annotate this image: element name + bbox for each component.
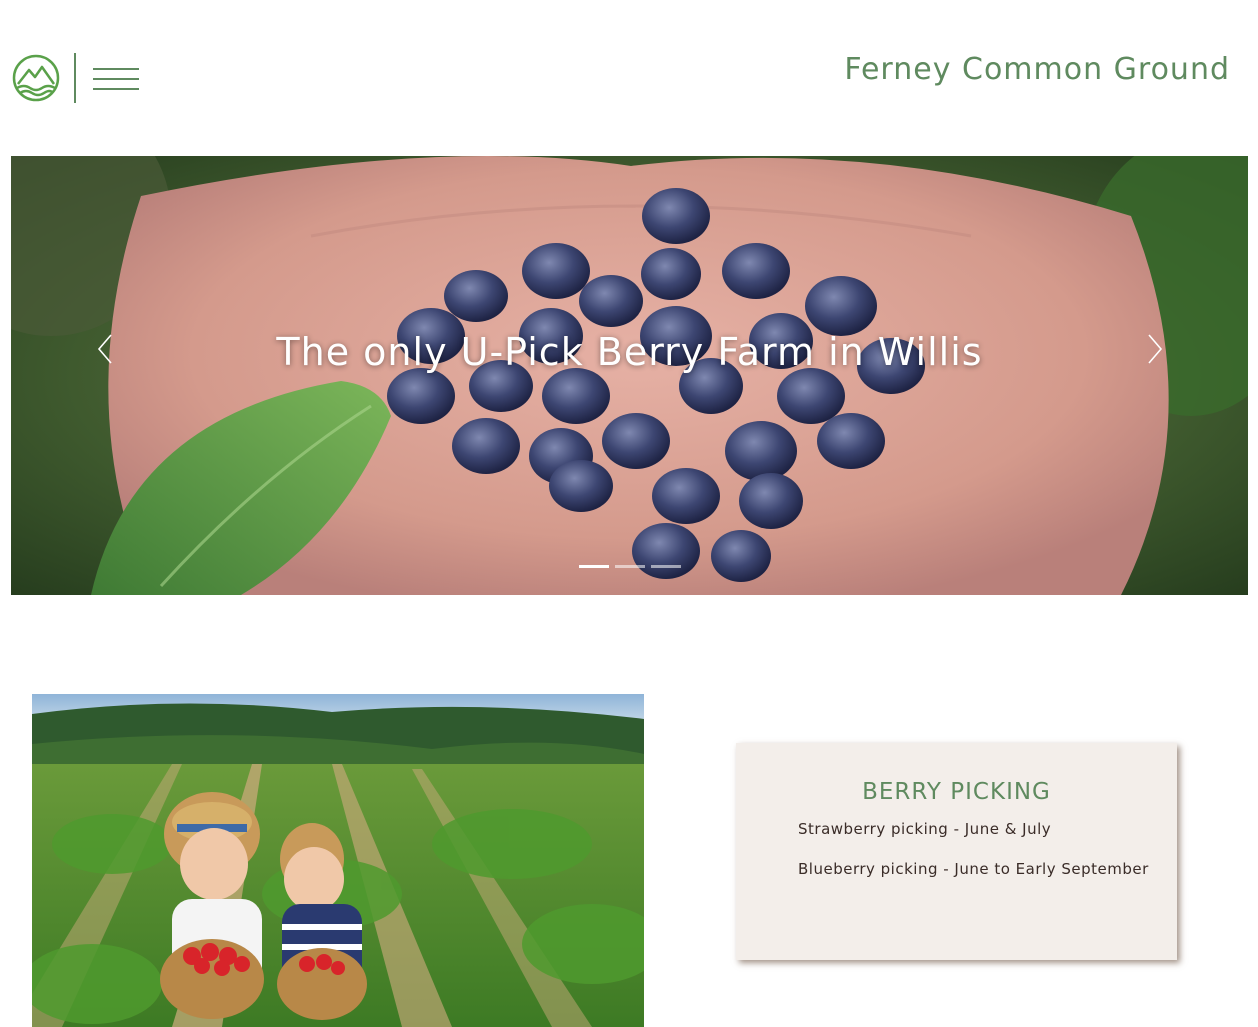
card-title: BERRY PICKING: [862, 779, 1051, 805]
mountain-logo-icon[interactable]: [12, 54, 60, 102]
chevron-right-icon[interactable]: [1145, 332, 1165, 366]
hero-caption: The only U-Pick Berry Farm in Willis: [276, 330, 983, 374]
carousel-dot-3[interactable]: [651, 565, 681, 568]
hero-slide-image: [11, 156, 1248, 595]
site-header: Ferney Common Ground: [0, 0, 1258, 156]
strawberry-picking-photo: [32, 694, 644, 1027]
strawberry-season-text: Strawberry picking - June & July: [798, 820, 1052, 838]
carousel-dot-2[interactable]: [615, 565, 645, 568]
hero-carousel[interactable]: The only U-Pick Berry Farm in Willis: [11, 156, 1248, 595]
carousel-dot-1[interactable]: [579, 565, 609, 568]
hamburger-menu-icon[interactable]: [93, 66, 141, 92]
site-title[interactable]: Ferney Common Ground: [844, 52, 1230, 87]
header-divider: [74, 53, 76, 103]
berry-picking-card: BERRY PICKING Strawberry picking - June …: [736, 743, 1177, 960]
chevron-left-icon[interactable]: [95, 332, 115, 366]
blueberry-season-text: Blueberry picking - June to Early Septem…: [798, 860, 1149, 878]
